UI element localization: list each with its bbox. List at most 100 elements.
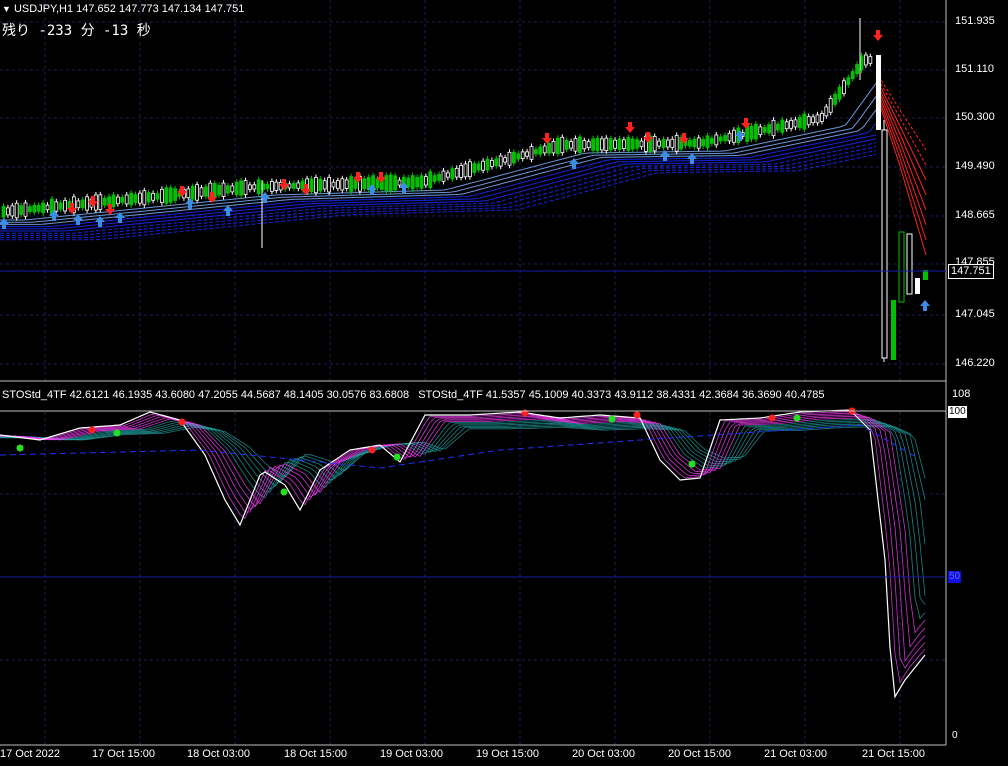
candle-body	[578, 136, 582, 153]
candle-body	[54, 201, 59, 212]
indicator-level-50: 50	[948, 571, 962, 583]
candle-body	[915, 278, 920, 294]
signal-dot	[633, 411, 641, 419]
arrow-down-icon	[542, 133, 552, 144]
candle-body	[203, 186, 208, 197]
candle-body	[252, 184, 257, 190]
current-price-tag: 147.751	[948, 264, 994, 279]
candle-body	[269, 181, 274, 192]
candle-body	[798, 116, 802, 129]
candle-body	[780, 119, 785, 133]
candle-body	[732, 129, 736, 143]
candle-body	[529, 146, 534, 160]
candle-body	[195, 184, 200, 201]
candle-body	[221, 182, 226, 197]
candle-body	[489, 160, 494, 167]
candle-body	[789, 119, 793, 129]
candle-body	[256, 179, 261, 195]
signal-dot	[280, 488, 288, 496]
indicator-scale-top: 108	[952, 388, 971, 400]
moving-average-ribbon	[0, 71, 927, 256]
candle-body	[76, 200, 81, 209]
candle-body	[32, 204, 37, 213]
candle-body	[586, 141, 591, 148]
candle-body	[507, 151, 512, 166]
candle-body	[441, 170, 446, 182]
candle-body	[116, 196, 120, 205]
candle-body	[696, 137, 701, 149]
price-axis-label: 150.300	[955, 111, 995, 123]
candle-body	[802, 113, 807, 130]
candle-body	[133, 194, 138, 203]
stochastic-line	[0, 424, 926, 501]
candle-body	[36, 204, 41, 212]
candle-body	[485, 158, 490, 171]
candle-body	[437, 173, 442, 181]
candle-body	[239, 180, 244, 196]
arrow-down-icon	[625, 122, 635, 133]
candle-body	[423, 176, 428, 186]
candle-body	[445, 172, 450, 178]
candle-body	[714, 134, 719, 146]
candle-body	[362, 178, 367, 190]
candle-body	[846, 77, 851, 86]
candle-body	[296, 182, 301, 189]
candle-body	[784, 121, 789, 130]
candle-body	[906, 233, 913, 295]
indicator-scale-bottom: 0	[952, 730, 958, 741]
time-axis-label: 19 Oct 15:00	[476, 748, 539, 760]
candle-body	[481, 160, 486, 171]
candle-body	[811, 116, 815, 124]
time-axis-label: 21 Oct 03:00	[764, 748, 827, 760]
time-axis-label: 18 Oct 03:00	[187, 748, 250, 760]
candle-body	[573, 138, 578, 152]
candle-body	[666, 139, 670, 148]
candle-body	[80, 199, 85, 209]
signal-dot	[113, 429, 121, 437]
candle-body	[534, 149, 538, 155]
candle-body	[309, 178, 314, 193]
stochastic-line	[0, 421, 926, 597]
candle-countdown: 残り -233 分 -13 秒	[2, 23, 151, 39]
signal-dot	[608, 415, 616, 423]
candle-body	[661, 139, 666, 149]
candle-body	[600, 138, 604, 151]
candle-body	[824, 106, 829, 117]
candle-body	[190, 186, 195, 200]
candle-body	[58, 202, 63, 210]
price-axis-label: 151.110	[955, 63, 994, 75]
candle-body	[837, 86, 842, 100]
candle-body	[388, 174, 393, 192]
candle-body	[142, 190, 147, 206]
candle-body	[331, 181, 336, 188]
candle-body	[723, 135, 727, 142]
price-axis-label: 147.045	[955, 308, 995, 320]
candle-body	[498, 155, 503, 167]
ma-ribbon-line	[0, 138, 877, 232]
candle-body	[604, 137, 609, 152]
candle-body	[688, 139, 692, 147]
arrow-up-icon	[687, 153, 697, 164]
candle-body	[472, 163, 477, 173]
candle-body	[705, 135, 710, 149]
chart-window[interactable]: ▼ USDJPY,H1 147.652 147.773 147.134 147.…	[0, 0, 1008, 766]
symbol-header: ▼ USDJPY,H1 147.652 147.773 147.134 147.…	[2, 3, 244, 15]
candle-body	[459, 165, 464, 178]
candle-body	[868, 56, 873, 64]
candle-body	[6, 207, 10, 216]
price-chart-canvas[interactable]	[0, 0, 1008, 766]
candle-body	[560, 136, 565, 154]
signal-dot	[793, 414, 801, 422]
triangle-down-icon[interactable]: ▼	[2, 4, 11, 14]
candle-body	[595, 137, 600, 152]
candle-body	[335, 180, 340, 189]
candle-body	[494, 158, 499, 167]
candle-body	[762, 127, 767, 133]
candle-body	[322, 180, 327, 190]
candle-body	[476, 163, 481, 171]
candle-body	[556, 137, 560, 155]
candle-body	[146, 192, 151, 203]
candle-body	[243, 180, 248, 195]
candle-body	[630, 138, 635, 150]
candle-body	[833, 93, 837, 105]
